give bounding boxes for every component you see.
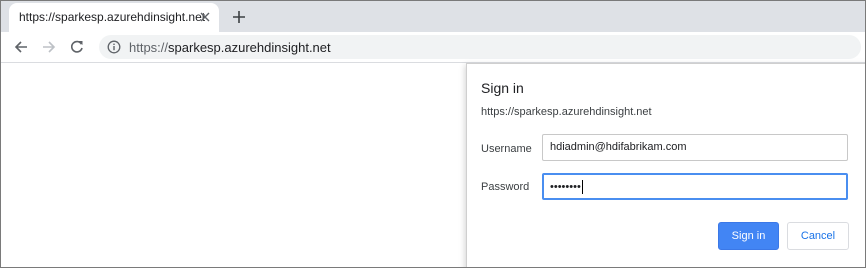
browser-tab[interactable]: https://sparkesp.azurehdinsight.net (9, 3, 219, 32)
text-caret (581, 180, 583, 195)
url-scheme: https:// (129, 40, 169, 55)
password-label: Password (481, 181, 530, 193)
address-bar[interactable]: https://sparkesp.azurehdinsight.net (99, 35, 861, 59)
username-value: hdiadmin@hdifabrikam.com (550, 141, 687, 153)
browser-toolbar: https://sparkesp.azurehdinsight.net (1, 32, 865, 63)
password-value: •••••••• (550, 181, 581, 193)
username-field[interactable]: hdiadmin@hdifabrikam.com (542, 134, 848, 161)
dialog-origin: https://sparkesp.azurehdinsight.net (481, 106, 652, 118)
arrow-left-icon[interactable] (12, 38, 30, 56)
reload-icon[interactable] (68, 38, 86, 56)
sign-in-dialog: Sign in https://sparkesp.azurehdinsight.… (466, 63, 865, 267)
tab-strip: https://sparkesp.azurehdinsight.net (1, 1, 865, 32)
tab-title: https://sparkesp.azurehdinsight.net (19, 10, 206, 24)
close-icon[interactable] (198, 10, 212, 24)
sign-in-button[interactable]: Sign in (718, 222, 779, 250)
username-label: Username (481, 143, 532, 155)
browser-window: https://sparkesp.azurehdinsight.net http… (0, 0, 866, 268)
url-host: sparkesp.azurehdinsight.net (168, 40, 331, 55)
plus-icon[interactable] (229, 7, 249, 27)
cancel-button[interactable]: Cancel (787, 222, 849, 250)
dialog-title: Sign in (481, 80, 524, 96)
arrow-right-icon[interactable] (40, 38, 58, 56)
info-icon[interactable] (107, 40, 121, 54)
address-url: https://sparkesp.azurehdinsight.net (129, 40, 331, 55)
password-field[interactable]: •••••••• (542, 173, 848, 200)
